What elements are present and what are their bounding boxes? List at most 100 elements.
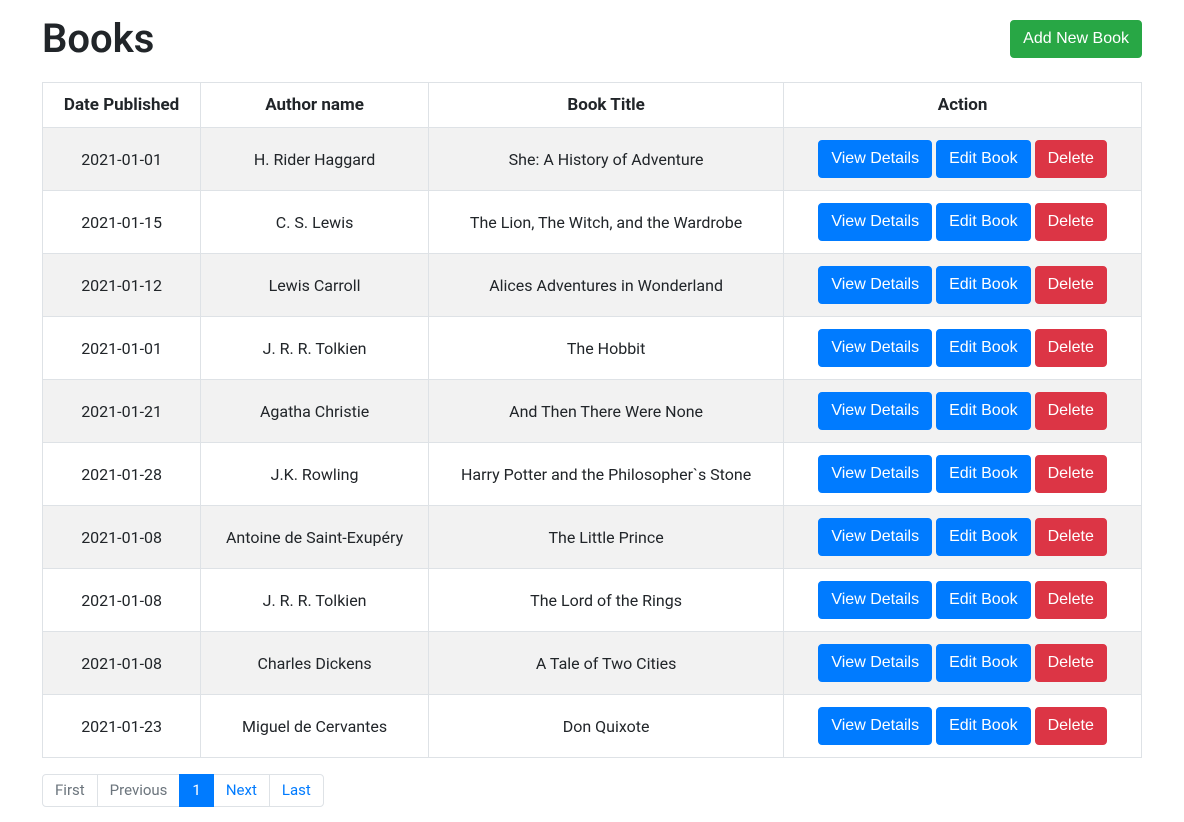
- edit-book-button[interactable]: Edit Book: [936, 266, 1030, 304]
- pagination-first: First: [42, 774, 98, 807]
- edit-book-button[interactable]: Edit Book: [936, 329, 1030, 367]
- pagination-previous: Previous: [98, 774, 181, 807]
- edit-book-button[interactable]: Edit Book: [936, 455, 1030, 493]
- view-details-button[interactable]: View Details: [818, 455, 932, 493]
- delete-button[interactable]: Delete: [1035, 140, 1107, 178]
- table-row: 2021-01-01H. Rider HaggardShe: A History…: [43, 128, 1142, 191]
- edit-book-button[interactable]: Edit Book: [936, 581, 1030, 619]
- cell-action: View DetailsEdit BookDelete: [784, 380, 1142, 443]
- cell-title: And Then There Were None: [428, 380, 783, 443]
- cell-action: View DetailsEdit BookDelete: [784, 128, 1142, 191]
- cell-action: View DetailsEdit BookDelete: [784, 254, 1142, 317]
- cell-action: View DetailsEdit BookDelete: [784, 569, 1142, 632]
- pagination-next[interactable]: Next: [214, 774, 270, 807]
- table-row: 2021-01-23Miguel de CervantesDon Quixote…: [43, 695, 1142, 758]
- table-row: 2021-01-08Antoine de Saint-ExupéryThe Li…: [43, 506, 1142, 569]
- pagination-page-1-link[interactable]: 1: [179, 774, 213, 807]
- cell-title: A Tale of Two Cities: [428, 632, 783, 695]
- cell-author: Antoine de Saint-Exupéry: [201, 506, 429, 569]
- cell-author: J. R. R. Tolkien: [201, 569, 429, 632]
- col-author-name: Author name: [201, 83, 429, 128]
- pagination: First Previous 1 Next Last: [42, 774, 1142, 807]
- cell-date: 2021-01-28: [43, 443, 201, 506]
- cell-title: The Hobbit: [428, 317, 783, 380]
- delete-button[interactable]: Delete: [1035, 455, 1107, 493]
- cell-title: The Little Prince: [428, 506, 783, 569]
- table-row: 2021-01-21Agatha ChristieAnd Then There …: [43, 380, 1142, 443]
- delete-button[interactable]: Delete: [1035, 581, 1107, 619]
- table-row: 2021-01-28J.K. RowlingHarry Potter and t…: [43, 443, 1142, 506]
- delete-button[interactable]: Delete: [1035, 392, 1107, 430]
- cell-date: 2021-01-12: [43, 254, 201, 317]
- cell-author: Lewis Carroll: [201, 254, 429, 317]
- edit-book-button[interactable]: Edit Book: [936, 518, 1030, 556]
- cell-date: 2021-01-23: [43, 695, 201, 758]
- pagination-page-1[interactable]: 1: [180, 774, 213, 807]
- cell-action: View DetailsEdit BookDelete: [784, 443, 1142, 506]
- cell-title: Harry Potter and the Philosopher`s Stone: [428, 443, 783, 506]
- table-row: 2021-01-01J. R. R. TolkienThe HobbitView…: [43, 317, 1142, 380]
- edit-book-button[interactable]: Edit Book: [936, 203, 1030, 241]
- edit-book-button[interactable]: Edit Book: [936, 644, 1030, 682]
- table-row: 2021-01-12Lewis CarrollAlices Adventures…: [43, 254, 1142, 317]
- view-details-button[interactable]: View Details: [818, 203, 932, 241]
- cell-date: 2021-01-08: [43, 569, 201, 632]
- view-details-button[interactable]: View Details: [818, 140, 932, 178]
- pagination-first-link: First: [42, 774, 98, 807]
- delete-button[interactable]: Delete: [1035, 707, 1107, 745]
- cell-author: Miguel de Cervantes: [201, 695, 429, 758]
- view-details-button[interactable]: View Details: [818, 581, 932, 619]
- cell-action: View DetailsEdit BookDelete: [784, 695, 1142, 758]
- cell-title: The Lion, The Witch, and the Wardrobe: [428, 191, 783, 254]
- view-details-button[interactable]: View Details: [818, 707, 932, 745]
- edit-book-button[interactable]: Edit Book: [936, 392, 1030, 430]
- books-table: Date Published Author name Book Title Ac…: [42, 82, 1142, 758]
- table-header-row: Date Published Author name Book Title Ac…: [43, 83, 1142, 128]
- pagination-previous-link: Previous: [97, 774, 181, 807]
- delete-button[interactable]: Delete: [1035, 644, 1107, 682]
- cell-date: 2021-01-01: [43, 128, 201, 191]
- page-title: Books: [42, 15, 154, 62]
- edit-book-button[interactable]: Edit Book: [936, 707, 1030, 745]
- pagination-last[interactable]: Last: [270, 774, 324, 807]
- view-details-button[interactable]: View Details: [818, 392, 932, 430]
- cell-action: View DetailsEdit BookDelete: [784, 506, 1142, 569]
- cell-author: J.K. Rowling: [201, 443, 429, 506]
- cell-title: Alices Adventures in Wonderland: [428, 254, 783, 317]
- cell-title: Don Quixote: [428, 695, 783, 758]
- cell-author: Charles Dickens: [201, 632, 429, 695]
- cell-author: C. S. Lewis: [201, 191, 429, 254]
- cell-author: J. R. R. Tolkien: [201, 317, 429, 380]
- cell-author: Agatha Christie: [201, 380, 429, 443]
- col-date-published: Date Published: [43, 83, 201, 128]
- pagination-next-link[interactable]: Next: [213, 774, 270, 807]
- delete-button[interactable]: Delete: [1035, 518, 1107, 556]
- cell-action: View DetailsEdit BookDelete: [784, 317, 1142, 380]
- delete-button[interactable]: Delete: [1035, 203, 1107, 241]
- add-new-book-button[interactable]: Add New Book: [1010, 20, 1142, 58]
- table-row: 2021-01-08J. R. R. TolkienThe Lord of th…: [43, 569, 1142, 632]
- cell-date: 2021-01-21: [43, 380, 201, 443]
- col-action: Action: [784, 83, 1142, 128]
- cell-date: 2021-01-15: [43, 191, 201, 254]
- cell-action: View DetailsEdit BookDelete: [784, 632, 1142, 695]
- view-details-button[interactable]: View Details: [818, 518, 932, 556]
- header-row: Books Add New Book: [42, 15, 1142, 62]
- cell-title: She: A History of Adventure: [428, 128, 783, 191]
- cell-action: View DetailsEdit BookDelete: [784, 191, 1142, 254]
- table-row: 2021-01-15C. S. LewisThe Lion, The Witch…: [43, 191, 1142, 254]
- edit-book-button[interactable]: Edit Book: [936, 140, 1030, 178]
- view-details-button[interactable]: View Details: [818, 266, 932, 304]
- cell-title: The Lord of the Rings: [428, 569, 783, 632]
- col-book-title: Book Title: [428, 83, 783, 128]
- delete-button[interactable]: Delete: [1035, 329, 1107, 367]
- table-row: 2021-01-08Charles DickensA Tale of Two C…: [43, 632, 1142, 695]
- view-details-button[interactable]: View Details: [818, 329, 932, 367]
- cell-date: 2021-01-01: [43, 317, 201, 380]
- pagination-last-link[interactable]: Last: [269, 774, 324, 807]
- delete-button[interactable]: Delete: [1035, 266, 1107, 304]
- cell-date: 2021-01-08: [43, 632, 201, 695]
- cell-date: 2021-01-08: [43, 506, 201, 569]
- cell-author: H. Rider Haggard: [201, 128, 429, 191]
- view-details-button[interactable]: View Details: [818, 644, 932, 682]
